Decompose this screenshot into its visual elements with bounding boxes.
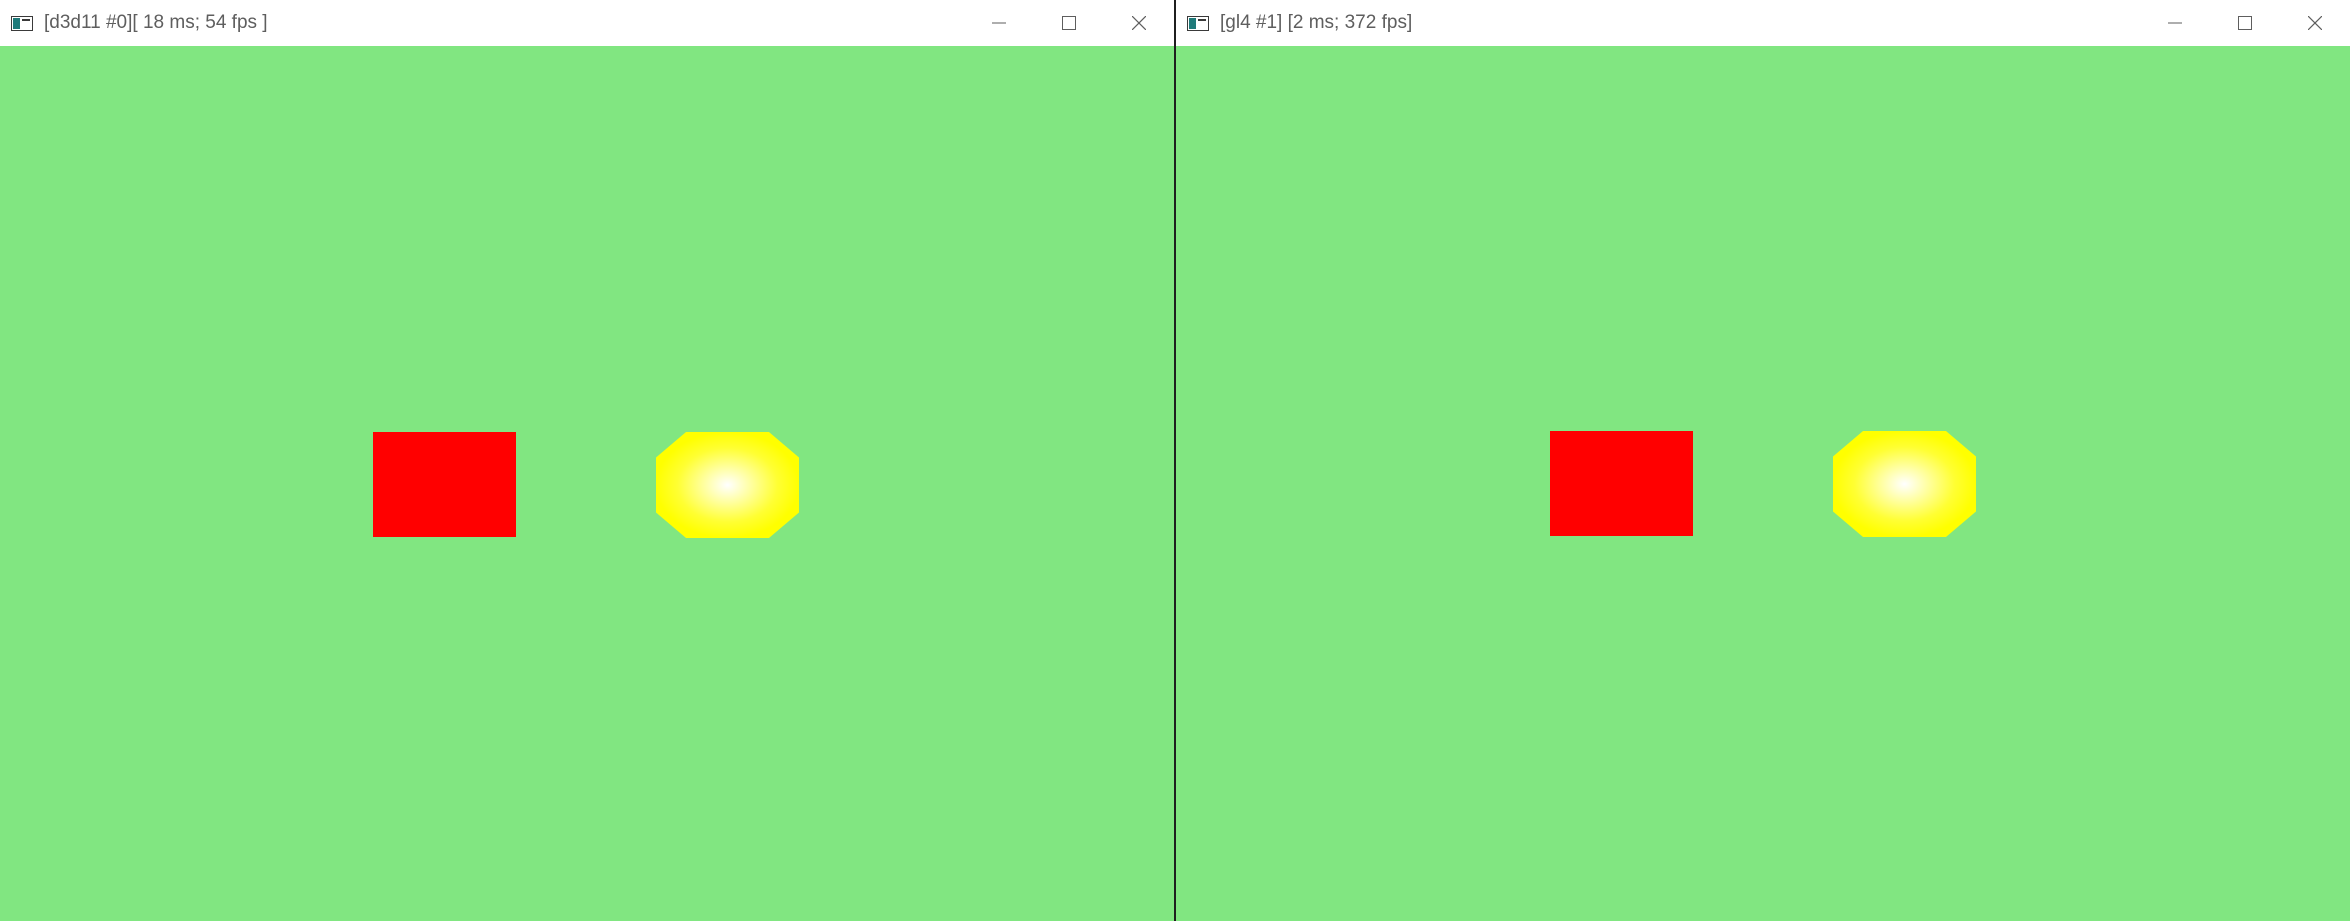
render-viewport[interactable] [0,46,1174,921]
d3d11-window: [d3d11 #0][ 18 ms; 54 fps ] [0,0,1174,921]
minimize-button[interactable] [964,0,1034,46]
maximize-icon [2238,16,2252,30]
close-button[interactable] [1104,0,1174,46]
red-rectangle [1550,431,1693,536]
minimize-icon [992,22,1006,24]
close-button[interactable] [2280,0,2350,46]
minimize-icon [2168,22,2182,24]
close-icon [1132,16,1146,30]
window-title: [d3d11 #0][ 18 ms; 54 fps ] [44,12,268,33]
render-viewport[interactable] [1176,46,2350,921]
window-title: [gl4 #1] [2 ms; 372 fps] [1220,12,1413,33]
maximize-button[interactable] [2210,0,2280,46]
gl4-window: [gl4 #1] [2 ms; 372 fps] [1176,0,2350,921]
app-window-icon [1187,16,1209,31]
yellow-octagon [1833,431,1976,537]
maximize-button[interactable] [1034,0,1104,46]
close-icon [2308,16,2322,30]
app-window-icon [11,16,33,31]
yellow-octagon [656,432,799,538]
minimize-button[interactable] [2140,0,2210,46]
maximize-icon [1062,16,1076,30]
title-bar[interactable]: [d3d11 #0][ 18 ms; 54 fps ] [0,0,1174,46]
red-rectangle [373,432,516,537]
title-bar[interactable]: [gl4 #1] [2 ms; 372 fps] [1176,0,2350,46]
